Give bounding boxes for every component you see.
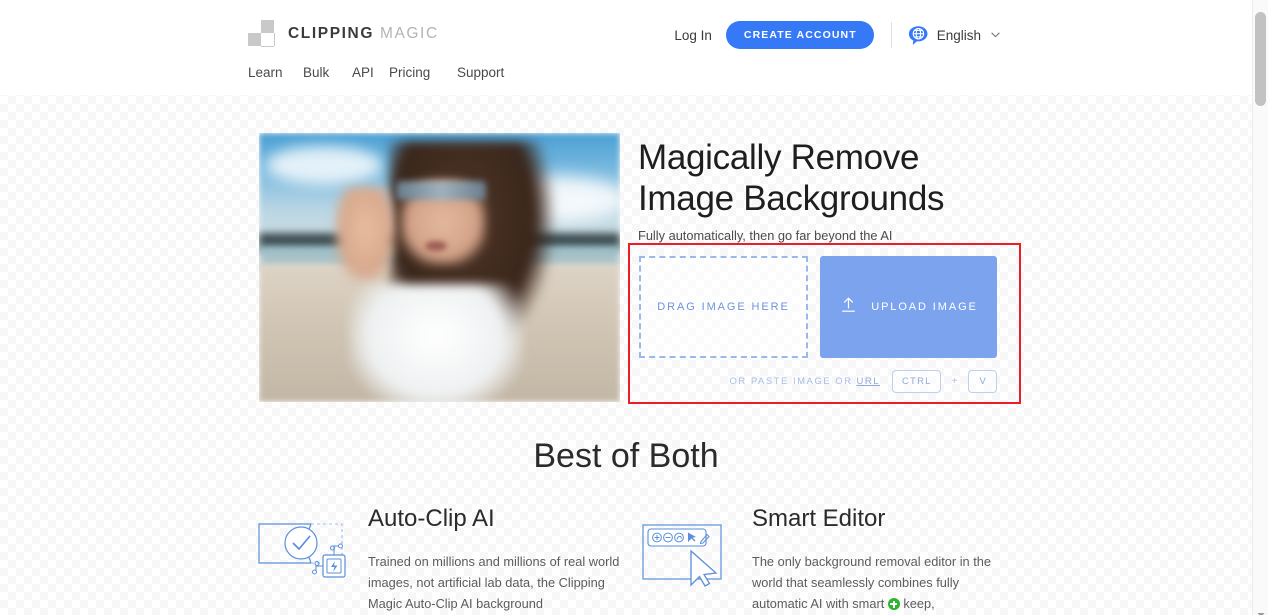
- drag-drop-zone[interactable]: DRAG IMAGE HERE: [639, 256, 808, 358]
- green-plus-keep-icon: [887, 598, 900, 610]
- nav-link-bulk[interactable]: Bulk: [303, 65, 329, 80]
- site-logo[interactable]: CLIPPING MAGIC: [248, 20, 439, 47]
- create-account-button[interactable]: CREATE ACCOUNT: [725, 21, 874, 49]
- hero-photo: [259, 133, 620, 402]
- main-nav: Learn Bulk API Pricing Support: [248, 64, 517, 82]
- nav-link-api[interactable]: API: [352, 65, 374, 80]
- paste-hint-text: OR PASTE IMAGE OR: [729, 376, 853, 387]
- language-selector[interactable]: English: [908, 25, 1000, 46]
- page-title: Magically Remove Image Backgrounds: [638, 138, 1038, 219]
- nav-item-bulk[interactable]: Bulk: [303, 64, 352, 82]
- chevron-down-icon: [991, 30, 1000, 41]
- upload-image-label: UPLOAD IMAGE: [871, 301, 978, 313]
- nav-item-api[interactable]: API: [352, 64, 389, 82]
- globe-speech-bubble-icon: [908, 25, 929, 46]
- account-area: Log In CREATE ACCOUNT English: [674, 21, 1000, 49]
- scroll-up-arrow-icon[interactable]: [1257, 4, 1265, 16]
- nav-item-support[interactable]: Support: [457, 64, 517, 82]
- drag-drop-label: DRAG IMAGE HERE: [657, 301, 790, 313]
- nav-item-learn[interactable]: Learn: [248, 64, 303, 82]
- nav-link-support[interactable]: Support: [457, 65, 504, 80]
- logo-light-text: MAGIC: [379, 24, 439, 42]
- upload-image-button[interactable]: UPLOAD IMAGE: [820, 256, 997, 358]
- nav-link-learn[interactable]: Learn: [248, 65, 283, 80]
- smart-editor-icon: [640, 517, 736, 587]
- key-plus-separator: +: [951, 376, 958, 387]
- card-body-smart-editor: The only background removal editor in th…: [752, 551, 1014, 614]
- card-body-auto-clip-ai: Trained on millions and millions of real…: [368, 554, 620, 611]
- checkerboard-logo-icon: [248, 20, 275, 47]
- scroll-down-arrow-icon[interactable]: [1257, 605, 1265, 615]
- key-ctrl: CTRL: [892, 370, 941, 393]
- card-title-auto-clip-ai: Auto-Clip AI: [368, 505, 495, 532]
- nav-item-pricing[interactable]: Pricing: [389, 64, 457, 82]
- hero-title-line2: Image Backgrounds: [638, 178, 945, 218]
- paste-hint-row: OR PASTE IMAGE OR URL CTRL + V: [628, 370, 1021, 393]
- site-header: CLIPPING MAGIC Learn Bulk API Pricing Su…: [0, 0, 1252, 95]
- login-link[interactable]: Log In: [674, 28, 712, 43]
- scrollbar-thumb[interactable]: [1255, 12, 1266, 106]
- card-title-smart-editor: Smart Editor: [752, 505, 886, 532]
- card-body-smart-editor-before: The only background removal editor in th…: [752, 554, 992, 611]
- auto-clip-ai-icon: [256, 517, 352, 587]
- section-title: Best of Both: [533, 437, 719, 475]
- header-divider: [890, 22, 892, 48]
- vertical-scrollbar[interactable]: [1252, 0, 1268, 615]
- card-body-smart-editor-after: keep,: [903, 596, 935, 611]
- upload-arrow-icon: [839, 296, 858, 318]
- hero-subtitle: Fully automatically, then go far beyond …: [638, 228, 893, 243]
- page-root: CLIPPING MAGIC Learn Bulk API Pricing Su…: [0, 0, 1268, 615]
- key-v: V: [968, 370, 997, 393]
- nav-link-pricing[interactable]: Pricing: [389, 65, 430, 80]
- logo-bold-text: CLIPPING: [288, 24, 375, 42]
- logo-wordmark: CLIPPING MAGIC: [288, 25, 439, 43]
- language-label: English: [936, 27, 981, 43]
- paste-url-link[interactable]: URL: [856, 376, 880, 387]
- hero-title-line1: Magically Remove: [638, 138, 920, 177]
